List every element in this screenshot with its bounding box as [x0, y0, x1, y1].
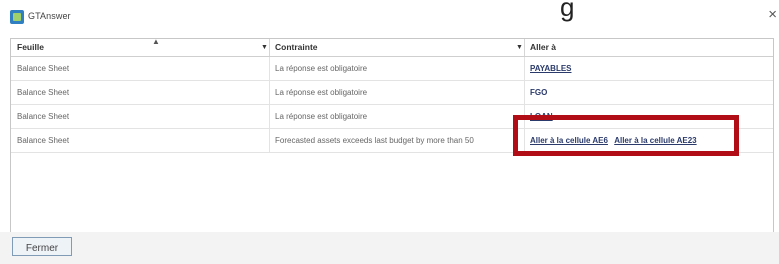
window-title: GTAnswer [28, 11, 71, 21]
close-icon[interactable]: × [768, 6, 777, 24]
filter-dropdown-icon[interactable]: ▼ [261, 39, 268, 56]
partial-headline: g [560, 0, 575, 22]
goto-link[interactable]: PAYABLES [530, 64, 572, 73]
cell-feuille: Balance Sheet [17, 64, 70, 73]
table-row: Balance Sheet La réponse est obligatoire… [11, 81, 773, 105]
column-header-feuille[interactable]: Feuille [17, 39, 44, 56]
sort-indicator-icon: ▲ [152, 37, 160, 46]
cell-feuille: Balance Sheet [17, 112, 70, 121]
cell-contrainte: La réponse est obligatoire [275, 112, 368, 121]
app-icon [10, 10, 24, 24]
table-header: ▲ Feuille ▼ Contrainte ▼ Aller à [11, 37, 773, 57]
filter-dropdown-icon[interactable]: ▼ [516, 39, 523, 56]
cell-contrainte: Forecasted assets exceeds last budget by… [275, 136, 474, 145]
column-header-contrainte[interactable]: Contrainte [275, 39, 318, 56]
column-header-aller-a[interactable]: Aller à [530, 39, 556, 56]
highlight-box [513, 115, 739, 156]
footer-bar [0, 232, 779, 264]
close-button[interactable]: Fermer [12, 237, 72, 256]
title-bar: GTAnswer g × [0, 0, 779, 34]
cell-contrainte: La réponse est obligatoire [275, 64, 368, 73]
goto-link[interactable]: FGO [530, 88, 547, 97]
cell-feuille: Balance Sheet [17, 88, 70, 97]
cell-contrainte: La réponse est obligatoire [275, 88, 368, 97]
table-row: Balance Sheet La réponse est obligatoire… [11, 57, 773, 81]
cell-feuille: Balance Sheet [17, 136, 70, 145]
